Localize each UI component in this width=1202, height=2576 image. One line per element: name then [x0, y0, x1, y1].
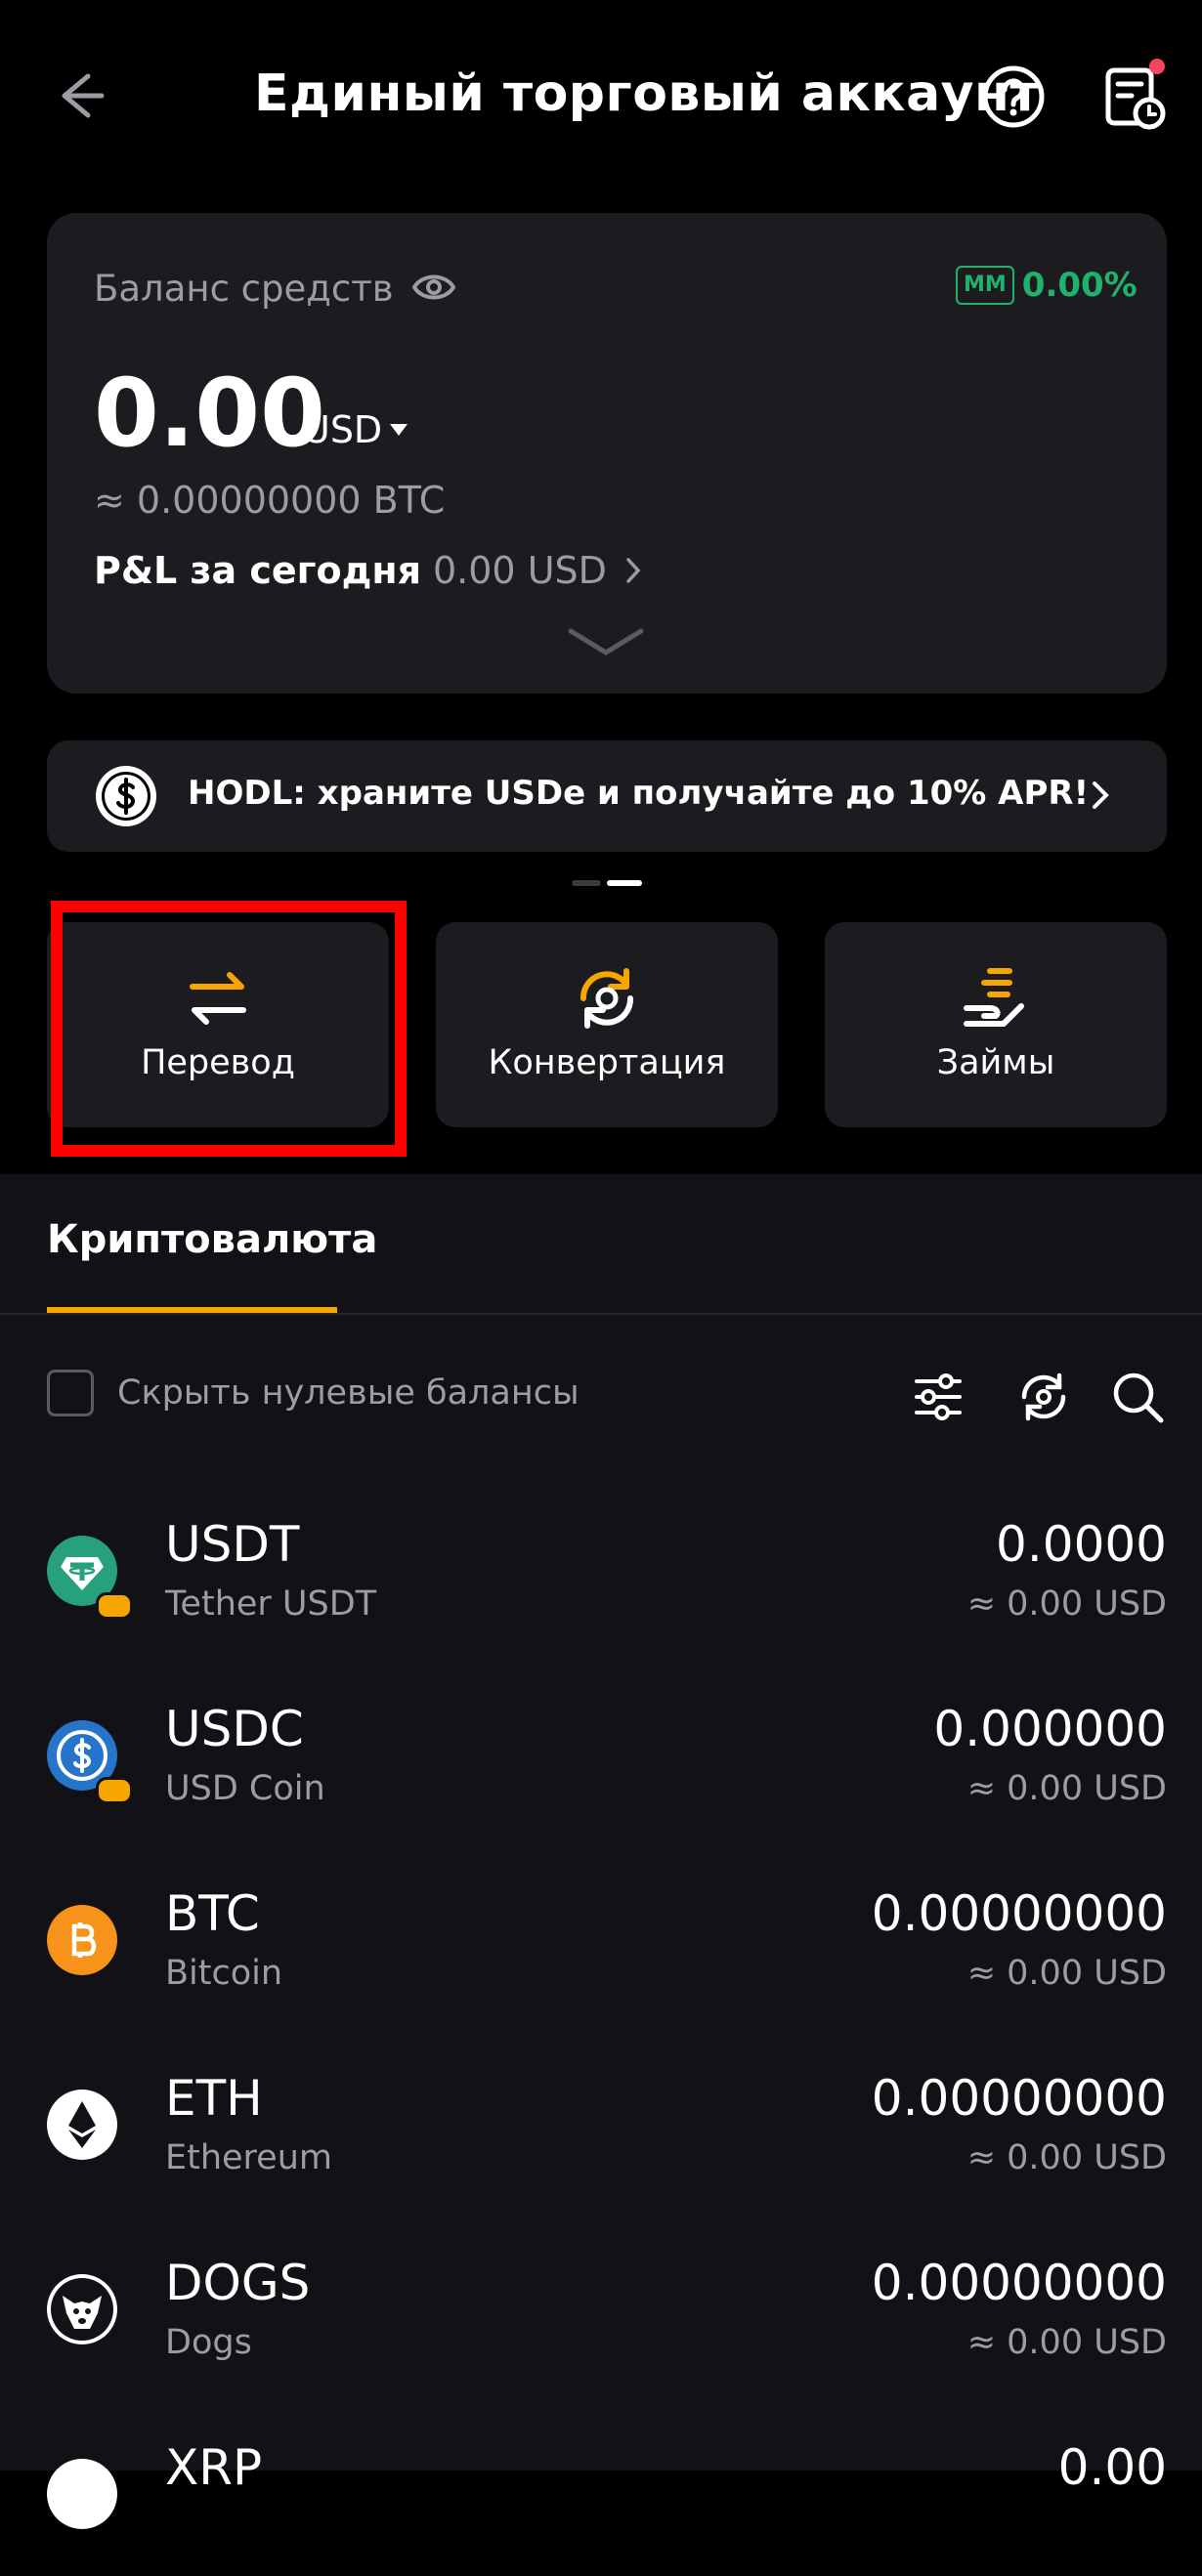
asset-amount: 0.00000000: [871, 1885, 1167, 1942]
back-arrow-icon[interactable]: [49, 64, 111, 127]
asset-amount: 0.00000000: [871, 2070, 1167, 2127]
promo-banner[interactable]: HODL: храните USDe и получайте до 10% AP…: [47, 740, 1167, 852]
asset-symbol: DOGS: [165, 2255, 311, 2311]
carousel-indicator: [572, 880, 642, 886]
transfer-label: Перевод: [141, 1043, 295, 1082]
assets-section: Криптовалюта Скрыть нулевые балансы USDT…: [0, 1174, 1202, 2529]
balance-card: Баланс средств MM 0.00% 0.00 USD ≈ 0.000…: [47, 213, 1167, 694]
convert-icon: [580, 968, 634, 1029]
asset-row[interactable]: USDT Tether USDT 0.0000 ≈ 0.00 USD: [0, 1487, 1202, 1653]
asset-symbol: USDT: [165, 1516, 300, 1573]
asset-symbol: ETH: [165, 2070, 263, 2127]
asset-name: USD Coin: [165, 1769, 325, 1808]
currency-label: USD: [303, 408, 383, 451]
loans-hand-icon: [964, 968, 1024, 1027]
header: Единый торговый аккаунт: [0, 0, 1202, 195]
asset-name: Tether USDT: [165, 1584, 377, 1624]
asset-amount: 0.00: [1057, 2439, 1167, 2496]
transfer-arrows-icon: [190, 972, 246, 1025]
carousel-dot: [572, 880, 601, 886]
hide-zero-checkbox[interactable]: [47, 1370, 94, 1416]
pnl-label: P&L за сегодня: [94, 549, 421, 592]
asset-usd-value: ≈ 0.00 USD: [966, 1584, 1167, 1624]
asset-symbol: USDC: [165, 1701, 304, 1757]
asset-name: Ethereum: [165, 2138, 332, 2177]
chevron-right-icon: [626, 558, 641, 583]
asset-name: Dogs: [165, 2323, 252, 2362]
search-icon[interactable]: [1110, 1370, 1165, 1424]
eye-icon[interactable]: [410, 268, 457, 307]
earn-badge: [96, 1592, 133, 1620]
dogs-coin-icon: [47, 2274, 117, 2344]
asset-row[interactable]: XRP 0.00: [0, 2410, 1202, 2576]
filter-sliders-icon[interactable]: [911, 1370, 966, 1424]
convert-button[interactable]: Конвертация: [436, 922, 778, 1127]
loans-button[interactable]: Займы: [825, 922, 1167, 1127]
asset-usd-value: ≈ 0.00 USD: [966, 2138, 1167, 2177]
convert-label: Конвертация: [488, 1043, 726, 1082]
asset-symbol: XRP: [165, 2439, 263, 2496]
tab-crypto[interactable]: Криптовалюта: [47, 1217, 377, 1262]
chevron-right-icon: [1093, 781, 1109, 809]
loans-label: Займы: [936, 1043, 1055, 1082]
hide-zero-toggle[interactable]: Скрыть нулевые балансы: [47, 1370, 580, 1416]
carousel-dot-active: [607, 880, 642, 886]
mm-badge: MM: [956, 266, 1014, 305]
caret-down-icon: [390, 424, 408, 436]
asset-row[interactable]: USDC USD Coin 0.000000 ≈ 0.00 USD: [0, 1671, 1202, 1837]
pnl-value: 0.00 USD: [433, 549, 607, 592]
asset-row[interactable]: DOGS Dogs 0.00000000 ≈ 0.00 USD: [0, 2225, 1202, 2391]
earn-badge: [96, 1777, 133, 1804]
btc-coin-icon: [47, 1905, 117, 1975]
asset-row[interactable]: BTC Bitcoin 0.00000000 ≈ 0.00 USD: [0, 1856, 1202, 2022]
asset-usd-value: ≈ 0.00 USD: [966, 2323, 1167, 2362]
notification-dot: [1149, 59, 1165, 74]
help-icon[interactable]: [981, 64, 1046, 129]
balance-amount: 0.00: [94, 359, 325, 468]
margin-ratio[interactable]: MM 0.00%: [956, 266, 1138, 305]
btc-equivalent: ≈ 0.00000000 BTC: [94, 479, 446, 522]
asset-amount: 0.00000000: [871, 2255, 1167, 2311]
asset-name: Bitcoin: [165, 1954, 283, 1993]
asset-symbol: BTC: [165, 1885, 260, 1942]
divider: [0, 1313, 1202, 1315]
chevron-down-icon[interactable]: [565, 623, 647, 662]
eth-coin-icon: [47, 2090, 117, 2160]
asset-amount: 0.0000: [996, 1516, 1167, 1573]
usde-coin-icon: [96, 766, 156, 826]
asset-amount: 0.000000: [933, 1701, 1167, 1757]
asset-usd-value: ≈ 0.00 USD: [966, 1769, 1167, 1808]
xrp-coin-icon: [47, 2459, 117, 2529]
promo-text: HODL: храните USDe и получайте до 10% AP…: [188, 774, 1090, 813]
balance-label: Баланс средств: [94, 268, 394, 310]
page-title: Единый торговый аккаунт: [254, 64, 1041, 123]
convert-small-icon[interactable]: [1016, 1370, 1071, 1424]
transfer-button[interactable]: Перевод: [47, 922, 389, 1127]
pnl-today[interactable]: P&L за сегодня 0.00 USD: [94, 549, 648, 592]
hide-zero-label: Скрыть нулевые балансы: [117, 1373, 580, 1413]
asset-row[interactable]: ETH Ethereum 0.00000000 ≈ 0.00 USD: [0, 2041, 1202, 2207]
currency-selector[interactable]: USD: [303, 408, 408, 451]
asset-usd-value: ≈ 0.00 USD: [966, 1954, 1167, 1993]
mm-value: 0.00%: [1021, 266, 1138, 305]
